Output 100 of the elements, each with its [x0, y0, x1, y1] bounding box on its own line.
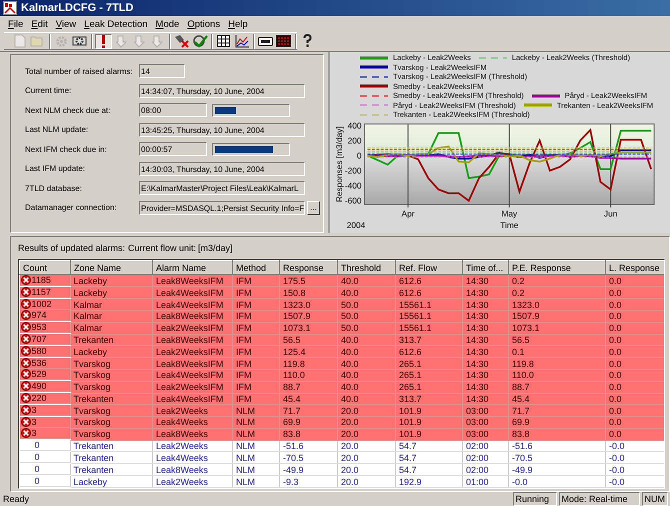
table-row[interactable]: 536 Tvarskog Leak8WeeksIFM IFM 119.8 40.0 265.1 14:30 119.8 0.0 — [20, 358, 664, 370]
menu-item[interactable]: Options — [183, 17, 224, 31]
x-tick-label: May — [501, 208, 518, 218]
connection-field[interactable]: Provider=MSDASQL.1;Persist Security Info=F — [139, 200, 305, 215]
table-cell-text: 0 — [34, 452, 40, 462]
table-cell: IFM — [232, 358, 280, 370]
y-tick-label: -200 — [344, 166, 362, 176]
status-text: Ready — [3, 494, 30, 504]
field-label: 7TLD database: — [25, 184, 83, 193]
text-field[interactable]: 13:45:25, Thursday, 10 June, 2004 — [139, 122, 305, 137]
text-field[interactable]: E:\KalmarMaster\Project Files\Leak\KalmarL — [139, 181, 305, 196]
table-cell-text: 0 — [34, 464, 40, 474]
table-cell: -51.6 — [508, 440, 606, 452]
table-cell: 529 — [32, 369, 47, 380]
unit-value: [m3/day] — [198, 243, 233, 253]
table-cell: -0.0 — [606, 476, 664, 488]
table-row[interactable]: 220 Trekanten Leak4WeeksIFM IFM 45.4 40.0 313.7 14:30 45.4 0.0 — [20, 393, 664, 405]
table-row[interactable]: 0 Trekanten Leak4Weeks NLM -70.5 20.0 54.7 02:00 -70.5 -0.0 — [20, 452, 664, 464]
table-row[interactable]: 490 Tvarskog Leak2WeeksIFM IFM 88.7 40.0 265.1 14:30 88.7 0.0 — [20, 381, 664, 393]
column-header[interactable]: Time of... — [462, 260, 508, 274]
table-cell: 54.7 — [396, 452, 462, 464]
table-row[interactable]: 529 Tvarskog Leak4WeeksIFM IFM 110.0 40.0 265.1 14:30 110.0 0.0 — [20, 369, 664, 382]
table-row[interactable]: 707 Trekanten Leak8WeeksIFM IFM 56.5 40.0 313.7 14:30 56.5 0.0 — [20, 334, 664, 346]
table-cell: 707 — [32, 334, 47, 344]
menu-item[interactable]: File — [4, 17, 28, 31]
table-cell: 54.7 — [396, 464, 462, 476]
field-label: Next NLM check due at: — [25, 106, 112, 115]
table-row[interactable]: 3 Tvarskog Leak4Weeks NLM 69.9 20.0 101.9 03:00 69.9 0.0 — [20, 416, 664, 428]
count-field[interactable]: 14 — [139, 64, 185, 78]
error-icon — [20, 275, 30, 285]
menu-item[interactable]: View — [52, 17, 80, 31]
window-title: KalmarLDCFG - 7TLD — [21, 2, 134, 14]
table-cell: 612.6 — [396, 274, 462, 287]
field-label: Next IFM check due in: — [25, 144, 108, 154]
error-icon — [20, 346, 30, 356]
column-header[interactable]: P.E. Response — [508, 260, 606, 274]
table-row[interactable]: 580 Lackeby Leak2WeeksIFM IFM 125.4 40.0 612.6 14:30 0.1 0.0 — [20, 346, 664, 358]
toolbar-button[interactable] — [71, 34, 88, 48]
table-cell: 0.0 — [606, 346, 664, 358]
y-tick-label: 400 — [348, 122, 362, 130]
column-header[interactable]: Ref. Flow — [396, 260, 462, 274]
table-cell: 313.7 — [396, 334, 462, 346]
column-header[interactable]: Zone Name — [70, 260, 152, 274]
error-icon — [20, 381, 30, 392]
text-field[interactable]: 14:34:07, Thursday, 10 June, 2004 — [139, 84, 305, 98]
table-cell: 0.0 — [606, 322, 664, 334]
table-cell: IFM — [232, 298, 280, 310]
browse-button[interactable]: ... — [307, 200, 320, 215]
column-header[interactable]: Response — [280, 260, 338, 274]
table-cell: 265.1 — [396, 369, 462, 382]
table-row[interactable]: 953 Kalmar Leak2WeeksIFM IFM 1073.1 50.0 15561.1 14:30 1073.1 0.0 — [20, 322, 664, 334]
table-cell: 0.0 — [606, 369, 664, 382]
toolbar-button[interactable] — [191, 34, 208, 48]
toolbar-button[interactable] — [233, 34, 250, 48]
text-field[interactable]: 14:30:03, Thursday, 10 June, 2004 — [139, 162, 305, 176]
toolbar-button[interactable] — [215, 34, 232, 48]
table-row[interactable]: 0 Trekanten Leak2Weeks NLM -51.6 20.0 54.7 02:00 -51.6 -0.0 — [20, 440, 664, 452]
help-icon — [303, 34, 312, 48]
table-row[interactable]: 1185 Lackeby Leak8WeeksIFM IFM 175.5 40.0 612.6 14:30 0.2 0.0 — [20, 274, 664, 287]
table-row[interactable]: 1002 Kalmar Leak4WeeksIFM IFM 1323.0 50.0 15561.1 14:30 1323.0 0.0 — [20, 298, 664, 310]
table-cell: IFM — [232, 322, 280, 334]
column-header[interactable]: Threshold — [338, 260, 396, 274]
time-field[interactable]: 00:00:57 — [139, 142, 207, 156]
table-row[interactable]: 1157 Lackeby Leak4WeeksIFM IFM 150.8 40.0 612.6 14:30 0.2 0.0 — [20, 286, 664, 299]
table-row[interactable]: 974 Kalmar Leak8WeeksIFM IFM 1507.9 50.0 15561.1 14:30 1507.9 0.0 — [20, 310, 664, 322]
table-cell: 1323.0 — [508, 298, 606, 310]
toolbar-button[interactable] — [275, 34, 292, 48]
column-header[interactable]: Count — [20, 260, 70, 274]
table-cell: 40.0 — [338, 286, 396, 299]
error-icon — [20, 286, 30, 297]
toolbar-button[interactable] — [95, 34, 112, 48]
menu-item[interactable]: Mode — [152, 17, 184, 31]
table-cell-text: 0 — [34, 476, 40, 486]
menu-item[interactable]: Edit — [27, 17, 52, 31]
table-cell: Leak2WeeksIFM — [152, 322, 232, 334]
column-header[interactable]: Alarm Name — [152, 260, 232, 274]
table-cell: 83.8 — [508, 428, 606, 440]
table-cell: NLM — [232, 416, 280, 428]
table-cell: Tvarskog — [70, 404, 152, 417]
column-header[interactable]: L. Response — [606, 260, 664, 274]
table-cell: 192.9 — [396, 476, 462, 488]
table-cell: Tvarskog — [70, 358, 152, 370]
column-header[interactable]: Method — [232, 260, 280, 274]
table-row[interactable]: 3 Tvarskog Leak2Weeks NLM 71.7 20.0 101.9 03:00 71.7 0.0 — [20, 404, 664, 417]
table-cell: 150.8 — [280, 286, 338, 299]
menu-item[interactable]: Leak Detection — [80, 17, 152, 31]
table-cell: 0.0 — [606, 286, 664, 299]
table-row[interactable]: 0 Lackeby Leak2Weeks NLM -9.3 20.0 192.9 01:00 -0.0 -0.0 — [20, 476, 664, 488]
table-cell: 14:30 — [462, 274, 508, 287]
y-tick-label: 200 — [348, 135, 362, 146]
table-row[interactable]: 3 Tvarskog Leak8Weeks NLM 83.8 20.0 101.9 03:00 83.8 0.0 — [20, 428, 664, 440]
table-cell: Leak2Weeks — [152, 476, 232, 488]
time-field[interactable]: 08:00 — [139, 103, 207, 118]
table-cell: Lackeby — [70, 346, 152, 358]
table-row[interactable]: 0 Trekanten Leak8Weeks NLM -49.9 20.0 54.7 02:00 -49.9 -0.0 — [20, 464, 664, 476]
year-label: 2004 — [346, 220, 366, 230]
table-cell: 1185 — [32, 275, 51, 285]
table-cell: 175.5 — [280, 274, 338, 287]
menu-item[interactable]: Help — [224, 17, 252, 31]
table-cell: 50.0 — [338, 298, 396, 310]
